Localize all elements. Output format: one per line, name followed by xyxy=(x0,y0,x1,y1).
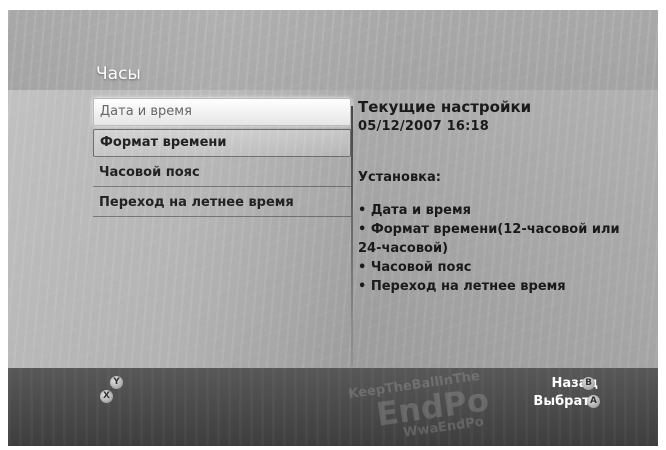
setup-list-item: • Формат времени(12-часовой или xyxy=(358,222,620,237)
info-panel: Текущие настройки 05/12/2007 16:18 Устан… xyxy=(358,98,648,296)
info-heading: Текущие настройки xyxy=(358,98,532,116)
x-button-icon[interactable]: X xyxy=(100,390,113,403)
y-button-icon[interactable]: Y xyxy=(110,376,123,389)
a-button-icon[interactable]: A xyxy=(587,395,600,408)
menu-item-daylight-saving[interactable]: Переход на летнее время xyxy=(93,190,351,217)
current-datetime: 05/12/2007 16:18 xyxy=(358,119,489,134)
menu-item-time-format[interactable]: Формат времени xyxy=(93,129,351,157)
panel-divider xyxy=(351,106,353,366)
tv-screen: Часы Дата и время Формат времени Часовой… xyxy=(8,10,658,446)
menu-item-time-zone[interactable]: Часовой пояс xyxy=(93,160,351,187)
page-title: Часы xyxy=(96,64,141,84)
menu-item-date-time[interactable]: Дата и время xyxy=(93,98,351,126)
setup-list-item: • Дата и время xyxy=(358,203,471,218)
setup-list-item: 24-часовой) xyxy=(358,241,449,256)
setup-list: • Дата и время • Формат времени(12-часов… xyxy=(358,201,648,296)
footer: KeepTheBallInThe EndPo WwaEndPo Y X Наза… xyxy=(8,368,658,446)
content-area: Дата и время Формат времени Часовой пояс… xyxy=(8,90,658,368)
b-button-icon[interactable]: B xyxy=(582,377,595,390)
setup-list-item: • Часовой пояс xyxy=(358,260,472,275)
header: Часы xyxy=(8,10,658,90)
setup-label: Установка: xyxy=(358,170,441,185)
setup-list-item: • Переход на летнее время xyxy=(358,279,566,294)
settings-menu: Дата и время Формат времени Часовой пояс… xyxy=(93,98,351,220)
